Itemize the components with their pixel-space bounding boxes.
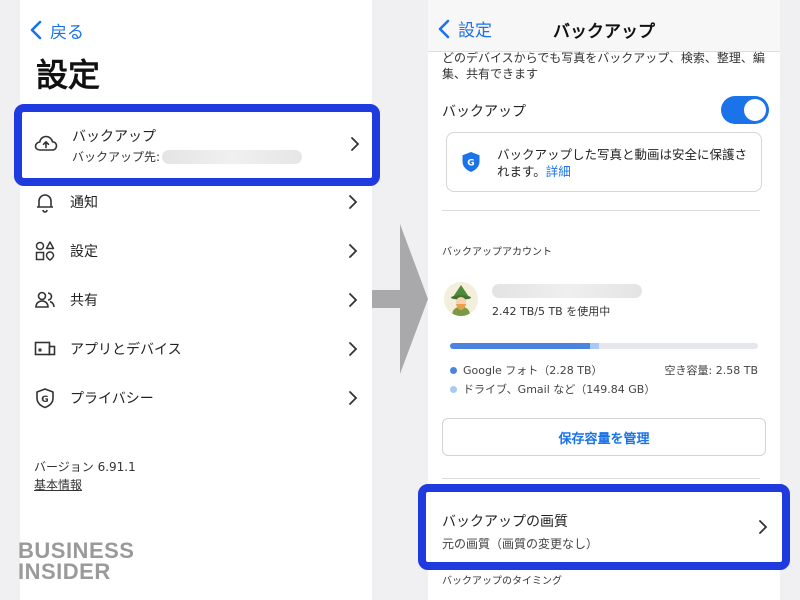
legend-dot-drive — [450, 385, 457, 393]
business-insider-logo: BUSINESS INSIDER — [18, 538, 135, 584]
logo-line-2: INSIDER — [18, 559, 111, 584]
legend-photos-label: Google フォト（2.28 TB） — [463, 364, 603, 377]
legend-photos: Google フォト（2.28 TB） — [450, 362, 603, 378]
learn-more-link[interactable]: 詳細 — [546, 164, 571, 179]
devices-icon — [34, 341, 56, 356]
menu-item-sharing[interactable]: 共有 — [20, 276, 372, 324]
backup-destination: バックアップ先: — [72, 148, 303, 165]
safety-message: バックアップした写真と動画は安全に保護されます。 — [497, 147, 748, 179]
legend-drive-label: ドライブ、Gmail など（149.84 GB） — [463, 383, 656, 396]
quality-subtitle: 元の画質（画質の変更なし） — [442, 537, 599, 551]
menu-item-label: プライバシー — [70, 391, 154, 407]
safety-info-card: G バックアップした写真と動画は安全に保護されます。詳細 — [446, 132, 762, 192]
backup-item-label: バックアップ — [72, 129, 156, 145]
legend-dot-photos — [450, 366, 457, 374]
storage-bar-drive — [590, 343, 599, 349]
storage-bar — [450, 343, 758, 349]
timing-section-label: バックアップのタイミング — [442, 576, 562, 587]
menu-item-settings[interactable]: 設定 — [20, 227, 372, 275]
storage-bar-photos — [450, 343, 590, 349]
safety-text: バックアップした写真と動画は安全に保護されます。詳細 — [497, 146, 753, 180]
highlight-frame: バックアップ バックアップ先: — [14, 104, 380, 186]
backup-quality-item[interactable]: バックアップの画質 元の画質（画質の変更なし） — [418, 484, 790, 570]
svg-text:G: G — [467, 159, 474, 169]
google-shield-icon: G — [462, 152, 480, 172]
storage-usage: 2.42 TB/5 TB を使用中 — [492, 305, 611, 318]
backup-destination-prefix: バックアップ先: — [72, 150, 161, 164]
redacted-account-email — [492, 284, 642, 298]
navigation-bar: 設定 バックアップ — [428, 0, 780, 52]
legend-drive: ドライブ、Gmail など（149.84 GB） — [450, 381, 655, 397]
page-title: 設定 — [36, 56, 101, 94]
chevron-right-icon — [349, 293, 358, 307]
shapes-icon — [35, 241, 55, 261]
version-label: バージョン 6.91.1 — [34, 460, 136, 474]
back-label: 戻る — [50, 22, 84, 43]
chevron-right-icon — [349, 195, 358, 209]
chevron-right-icon — [759, 520, 768, 534]
backup-toggle-label: バックアップ — [442, 104, 526, 120]
cloud-upload-icon — [34, 135, 58, 151]
back-button[interactable]: 戻る — [28, 16, 84, 44]
svg-text:G: G — [41, 395, 48, 405]
settings-screen: 戻る 設定 通知 設定 共有 アプリとデバイス G プライバシー バージョン 6… — [20, 0, 372, 600]
menu-item-label: 設定 — [70, 244, 98, 260]
menu-item-label: 共有 — [70, 293, 98, 309]
free-space-label: 空き容量: 2.58 TB — [664, 364, 758, 377]
people-icon — [35, 291, 55, 308]
manage-storage-button[interactable]: 保存容量を管理 — [442, 418, 766, 456]
menu-item-backup[interactable]: バックアップ バックアップ先: — [22, 112, 372, 178]
menu-item-apps-devices[interactable]: アプリとデバイス — [20, 325, 372, 373]
toggle-knob — [744, 99, 766, 121]
divider — [442, 210, 760, 211]
privacy-shield-icon: G — [36, 388, 54, 409]
menu-item-label: 通知 — [70, 195, 98, 211]
divider — [442, 478, 760, 479]
menu-item-label: アプリとデバイス — [70, 342, 182, 358]
logo-line-1: BUSINESS — [18, 538, 135, 563]
chevron-right-icon — [349, 342, 358, 356]
chevron-left-icon — [30, 20, 42, 40]
page-title: バックアップ — [553, 22, 655, 42]
chevron-right-icon — [351, 137, 360, 151]
quality-title: バックアップの画質 — [442, 514, 568, 530]
bell-icon — [37, 194, 53, 213]
redacted-account — [162, 149, 303, 164]
arrow-right-icon — [372, 224, 428, 374]
account-section-label: バックアップアカウント — [442, 247, 552, 258]
chevron-right-icon — [349, 391, 358, 405]
avatar — [444, 282, 478, 316]
backup-toggle[interactable] — [721, 96, 769, 124]
menu-item-privacy[interactable]: G プライバシー — [20, 374, 372, 422]
intro-text: どのデバイスからでも写真をバックアップ、検索、整理、編集、共有できます — [442, 51, 765, 81]
avatar-image — [444, 282, 478, 316]
chevron-right-icon — [349, 244, 358, 258]
about-link[interactable]: 基本情報 — [34, 476, 82, 493]
